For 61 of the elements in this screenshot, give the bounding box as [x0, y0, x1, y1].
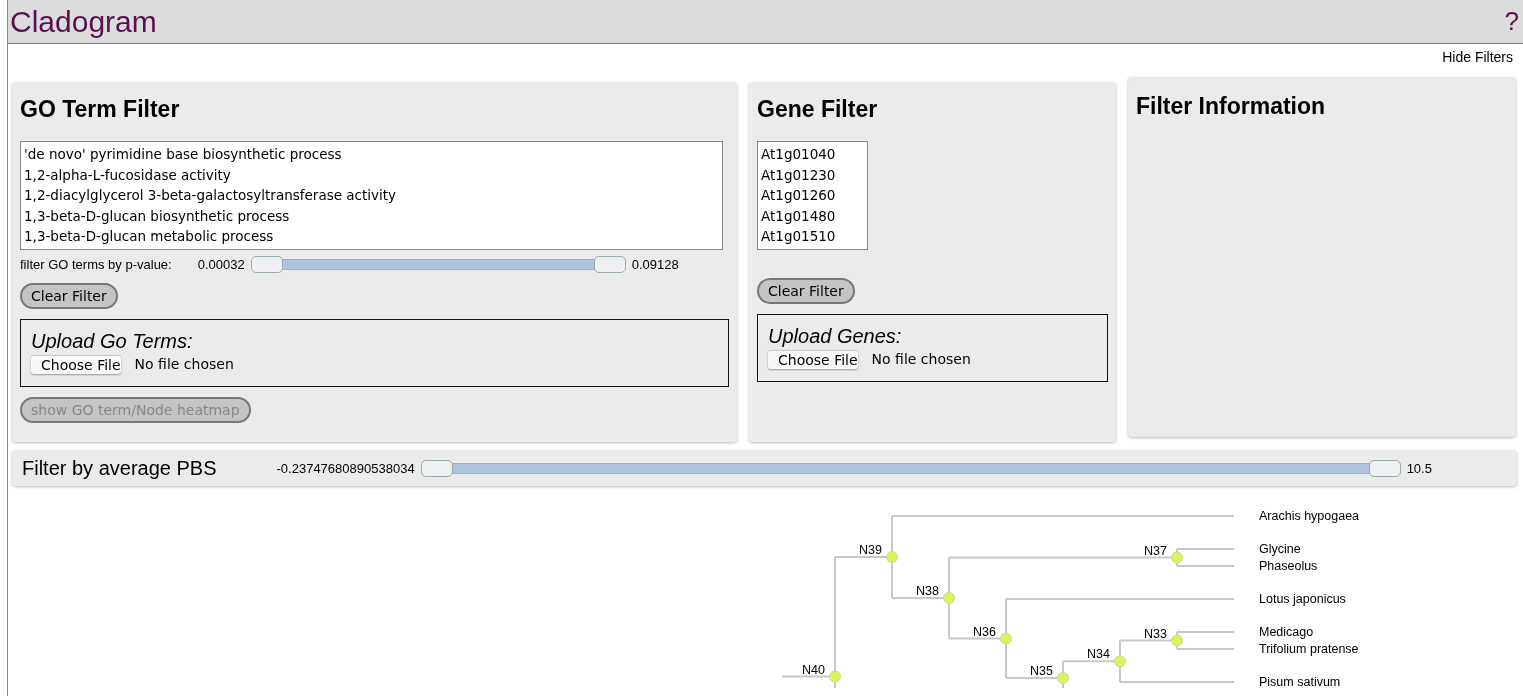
node-dot[interactable] — [1000, 632, 1012, 645]
taxon-label: Pisum sativum — [1259, 675, 1341, 689]
page-title: Cladogram — [10, 4, 157, 39]
go-term-list[interactable] — [20, 141, 723, 250]
slider-handle[interactable] — [1368, 459, 1401, 477]
slider-handle[interactable] — [420, 459, 453, 477]
taxon-label: Trifolium pratense — [1259, 642, 1359, 656]
range-slider[interactable] — [250, 255, 626, 273]
panel-title: Gene Filter — [757, 96, 879, 123]
list-item[interactable]: 1,2-diacylglycerol 3-beta-galactosyltransferase activity — [24, 185, 719, 206]
node-label: N34 — [1087, 647, 1110, 662]
panel-title: GO Term Filter — [20, 96, 181, 123]
slider-min-value: 0.00032 — [197, 256, 245, 272]
clear-filter-button[interactable]: Clear Filter — [757, 277, 855, 304]
node-label: N40 — [802, 662, 825, 677]
upload-label: Upload Genes: — [768, 324, 903, 348]
list-item[interactable]: At1g01230 — [761, 164, 864, 185]
taxon-label: Phaseolus — [1259, 559, 1318, 573]
node-label: N39 — [859, 543, 882, 557]
list-item[interactable]: At1g01260 — [761, 185, 864, 206]
node-label: N33 — [1144, 626, 1167, 641]
slider-min-value: -0.23747680890538034 — [276, 460, 415, 476]
list-item[interactable]: 1,3-beta-D-glucan metabolic process — [24, 226, 719, 247]
node-label: N36 — [973, 624, 996, 639]
choose-file-button[interactable]: Choose File — [768, 349, 858, 369]
node-dot[interactable] — [1114, 655, 1126, 668]
list-item[interactable]: At1g01510 — [761, 226, 864, 247]
slider-handle[interactable] — [593, 255, 626, 273]
node-dot[interactable] — [1171, 634, 1183, 647]
gene-list[interactable]: At1g01040 At1g01230 At1g01260 At1g01480 At1g01510 — [757, 141, 868, 250]
panel-title: Filter Information — [1136, 93, 1327, 120]
taxon-label: Glycine — [1259, 542, 1301, 556]
help-link[interactable]: ? — [1504, 6, 1519, 37]
node-label: N37 — [1144, 543, 1167, 558]
list-item[interactable]: At1g01040 — [761, 144, 864, 165]
file-status: No file chosen — [871, 351, 971, 367]
node-label: N38 — [916, 584, 939, 598]
node-label: N35 — [1030, 664, 1053, 678]
node-dot[interactable] — [1057, 672, 1069, 684]
node-dot[interactable] — [829, 670, 841, 683]
file-status: No file chosen — [134, 356, 234, 372]
choose-file-button[interactable]: Choose File — [31, 354, 121, 374]
list-item[interactable]: 1,3-beta-D-glucan biosynthetic process — [24, 205, 719, 226]
clear-filter-button[interactable]: Clear Filter — [20, 282, 118, 309]
list-item[interactable]: At1g01480 — [761, 205, 864, 226]
node-dot[interactable] — [1171, 551, 1183, 564]
pbs-filter-label: Filter by average PBS — [22, 456, 217, 480]
slider-handle[interactable] — [250, 255, 283, 273]
slider-label: filter GO terms by p-value: — [20, 256, 172, 272]
taxon-label: Lotus japonicus — [1259, 592, 1346, 606]
list-item[interactable]: 1,2-alpha-L-fucosidase activity — [24, 164, 719, 185]
node-dot[interactable] — [886, 551, 898, 563]
hide-filters-link[interactable]: Hide Filters — [1442, 49, 1513, 69]
node-dot[interactable] — [943, 592, 955, 604]
slider-max-value: 10.5 — [1406, 460, 1432, 476]
taxon-label: Arachis hypogaea — [1259, 509, 1360, 523]
range-slider[interactable] — [420, 459, 1401, 477]
taxon-label: Medicago — [1259, 625, 1314, 639]
upload-label: Upload Go Terms: — [31, 329, 194, 353]
list-item[interactable]: 'de novo' pyrimidine base biosynthetic process — [24, 144, 719, 165]
slider-max-value: 0.09128 — [631, 256, 679, 272]
